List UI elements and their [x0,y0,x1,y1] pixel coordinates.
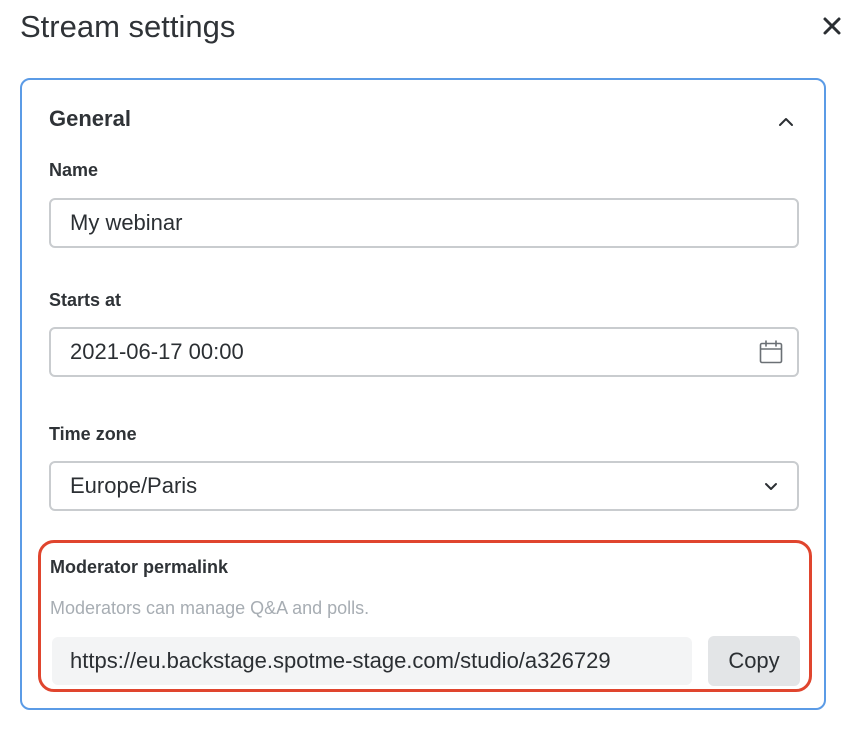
time-zone-select[interactable]: Europe/Paris [49,461,799,511]
starts-at-input[interactable]: 2021-06-17 00:00 [49,327,799,377]
copy-button[interactable]: Copy [708,636,800,686]
starts-at-label: Starts at [49,290,122,310]
moderator-permalink-field[interactable]: https://eu.backstage.spotme-stage.com/st… [52,637,692,685]
name-input[interactable]: My webinar [49,198,799,248]
name-label: Name [49,160,99,180]
moderator-permalink-label: Moderator permalink [50,557,229,577]
time-zone-dropdown-toggle [757,472,785,500]
chevron-down-icon [765,483,777,490]
moderator-permalink-section: Moderator permalink Moderators can manag… [38,540,812,692]
calendar-icon [759,340,783,364]
general-panel: General Name My webinar Starts at 2021-0… [20,78,826,710]
close-button[interactable] [817,11,847,41]
moderator-permalink-value: https://eu.backstage.spotme-stage.com/st… [70,648,611,673]
close-icon [823,17,841,35]
starts-at-value: 2021-06-17 00:00 [70,339,244,364]
name-input-value: My webinar [70,210,183,235]
time-zone-label: Time zone [49,424,137,444]
section-title-general: General [49,106,131,131]
collapse-general-button[interactable] [774,110,798,134]
time-zone-value: Europe/Paris [70,473,198,498]
chevron-up-icon [779,118,793,126]
dialog-title: Stream settings [20,9,236,44]
calendar-button[interactable] [757,338,785,366]
moderator-permalink-help: Moderators can manage Q&A and polls. [50,598,370,618]
